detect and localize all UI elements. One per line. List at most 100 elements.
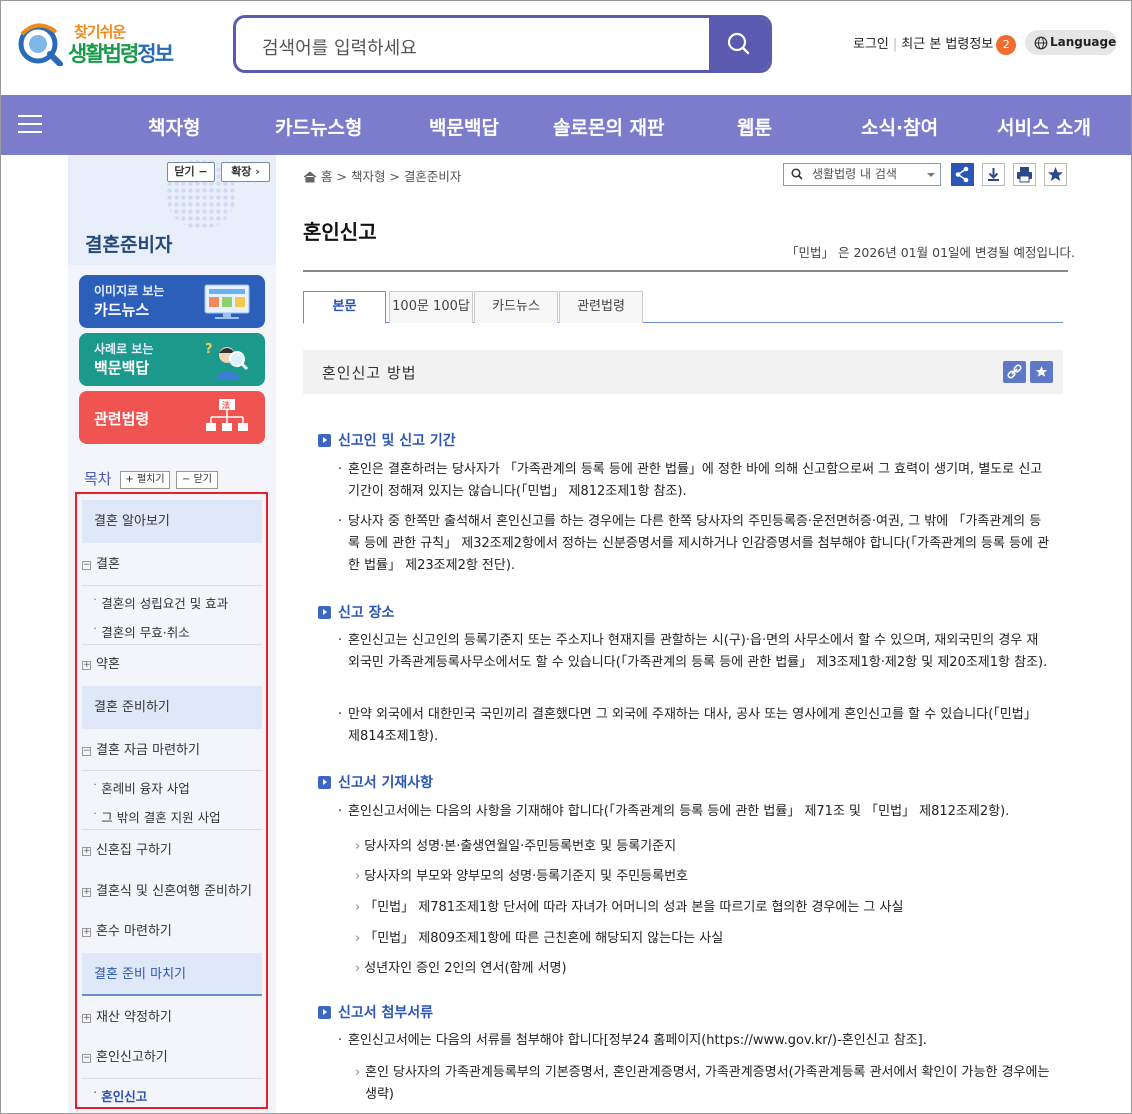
- hamburger-menu-icon[interactable]: [18, 115, 42, 135]
- law-card[interactable]: 관련법령 法: [79, 391, 265, 444]
- tab-cardnews[interactable]: 카드뉴스: [474, 291, 558, 323]
- svg-text:?: ?: [205, 342, 213, 357]
- title-divider: [303, 270, 1068, 272]
- breadcrumb-home[interactable]: 홈: [321, 169, 333, 184]
- star-icon: [1048, 167, 1063, 181]
- toc-label: 목차: [84, 470, 112, 488]
- chevron-down-icon: [927, 173, 935, 177]
- toc-close-button[interactable]: − 닫기: [176, 471, 218, 489]
- logo-main-b: 정보: [137, 42, 174, 66]
- nav-item-news[interactable]: 소식·참여: [861, 113, 938, 140]
- link-icon: [1007, 364, 1022, 379]
- svg-text:法: 法: [222, 400, 230, 410]
- home-icon[interactable]: [303, 171, 317, 183]
- paragraph-text: 혼인신고서에는 다음의 서류를 첨부해야 합니다[정부24 홈페이지(https…: [348, 1033, 927, 1048]
- section-title-box: 혼인신고 방법: [303, 350, 1063, 394]
- list-item: 당사자의 부모와 양부모의 성명·등록기준지 및 주민등록번호: [355, 865, 688, 884]
- collapse-label: 닫기: [174, 165, 195, 178]
- breadcrumb-current[interactable]: 결혼준비자: [404, 169, 462, 184]
- section-heading: 신고서 기재사항: [318, 772, 433, 792]
- sidebar-collapse-button[interactable]: 닫기 −: [167, 162, 215, 182]
- star-icon: [1035, 366, 1048, 377]
- bullet-dot: ·: [338, 804, 343, 819]
- section-bookmark-button[interactable]: [1030, 361, 1053, 383]
- list-item: 「민법」 제809조제1항에 따른 근친혼에 해당되지 않는다는 사실: [355, 927, 723, 946]
- site-logo[interactable]: 찾기쉬운 생활법령정보: [16, 16, 186, 72]
- tab-related-laws[interactable]: 관련법령: [559, 291, 643, 323]
- paragraph: · 혼인은 결혼하려는 당사자가 「가족관계의 등록 등에 관한 법률」에 정한 …: [338, 459, 1050, 503]
- login-link[interactable]: 로그인: [853, 37, 889, 52]
- tab-body[interactable]: 본문: [303, 291, 386, 324]
- share-button[interactable]: [951, 163, 974, 186]
- sidebar-title: 결혼준비자: [85, 234, 173, 256]
- divider: |: [892, 37, 898, 52]
- paragraph: · 혼인신고는 신고인의 등록기준지 또는 주소지나 현재지를 관할하는 시(구)…: [338, 630, 1050, 674]
- nav-item-cardnews[interactable]: 카드뉴스형: [275, 113, 362, 140]
- download-button[interactable]: [982, 163, 1005, 186]
- search-input[interactable]: 검색어를 입력하세요: [262, 34, 417, 60]
- bullet-dot: ·: [338, 707, 343, 722]
- language-button[interactable]: Language: [1025, 30, 1117, 55]
- bullet-arrow-icon: [318, 776, 331, 789]
- cardnews-card-small: 이미지로 보는: [94, 284, 165, 298]
- section-heading: 신고인 및 신고 기간: [318, 430, 456, 450]
- highlight-box: [75, 492, 268, 1109]
- tab-qa[interactable]: 100문 100답: [389, 291, 473, 323]
- section-heading: 신고 장소: [318, 602, 394, 622]
- nav-item-solomon[interactable]: 솔로몬의 재판: [553, 113, 665, 140]
- search-button[interactable]: [709, 18, 769, 70]
- breadcrumb-booklet[interactable]: 책자형: [351, 169, 386, 184]
- bookmark-button[interactable]: [1044, 163, 1067, 186]
- paragraph: · 만약 외국에서 대한민국 국민끼리 결혼했다면 그 외국에 주재하는 대사, …: [338, 704, 1050, 748]
- qa-card[interactable]: 사례로 보는 백문백답 ?: [79, 333, 265, 386]
- search-icon: [727, 32, 750, 55]
- paragraph: · 혼인신고서에는 다음의 서류를 첨부해야 합니다[정부24 홈페이지(http…: [338, 1030, 1050, 1052]
- section-heading-text: 신고인 및 신고 기간: [338, 433, 456, 449]
- paragraph: · 당사자 중 한쪽만 출석해서 혼인신고를 하는 경우에는 다른 한쪽 당사자의…: [338, 511, 1050, 577]
- share-icon: [955, 166, 969, 183]
- site-header: 찾기쉬운 생활법령정보 검색어를 입력하세요 로그인 | 최근 본 법령정보 2 La…: [0, 0, 1132, 95]
- main-navigation: 책자형 카드뉴스형 백문백답 솔로몬의 재판 웹툰 소식·참여 서비스 소개: [0, 95, 1132, 155]
- globe-icon: [1034, 36, 1048, 49]
- paragraph-text: 혼인은 결혼하려는 당사자가 「가족관계의 등록 등에 관한 법률」에 정한 바…: [348, 462, 1043, 499]
- page-title: 혼인신고: [303, 220, 377, 244]
- paragraph: · 혼인신고서에는 다음의 사항을 기재해야 합니다(「가족관계의 등록 등에 관…: [338, 801, 1050, 823]
- logo-mark-icon: [18, 23, 63, 66]
- breadcrumb: 홈 > 책자형 > 결혼준비자: [303, 166, 461, 185]
- recent-laws-link[interactable]: 최근 본 법령정보: [901, 37, 993, 52]
- toc-expand-button[interactable]: + 펼치기: [120, 471, 170, 489]
- inner-search-select[interactable]: 생활법령 내 검색: [783, 163, 941, 186]
- monitor-news-icon: [204, 284, 250, 319]
- cardnews-card[interactable]: 이미지로 보는 카드뉴스: [79, 275, 265, 328]
- nav-item-webtoon[interactable]: 웹툰: [737, 113, 772, 140]
- print-button[interactable]: [1013, 163, 1036, 186]
- nav-item-qa[interactable]: 백문백답: [429, 113, 499, 140]
- nav-item-service[interactable]: 서비스 소개: [997, 113, 1091, 140]
- section-title: 혼인신고 방법: [322, 364, 417, 382]
- amendment-notice[interactable]: 「민법」 은 2026년 01월 01일에 변경될 예정입니다.: [786, 242, 1075, 261]
- search-icon: [791, 168, 803, 180]
- bullet-dot: ·: [338, 462, 343, 477]
- recent-count-badge: 2: [996, 34, 1017, 55]
- content-tabs: 본문 100문 100답 카드뉴스 관련법령: [303, 291, 1063, 324]
- bullet-dot: ·: [338, 514, 343, 529]
- list-item: 「민법」 제781조제1항 단서에 따라 자녀가 어머니의 성과 본을 따르기로…: [355, 896, 903, 915]
- bullet-chevron: ›: [355, 1065, 361, 1080]
- download-icon: [988, 168, 999, 181]
- paragraph-text: 만약 외국에서 대한민국 국민끼리 결혼했다면 그 외국에 주재하는 대사, 공…: [348, 707, 1037, 744]
- sidebar-expand-button[interactable]: 확장 ›: [221, 162, 270, 182]
- list-item: 성년자인 증인 2인의 연서(함께 서명): [355, 957, 566, 976]
- section-heading-text: 신고서 기재사항: [338, 775, 434, 791]
- section-heading: 신고서 첨부서류: [318, 1002, 433, 1022]
- law-card-big: 관련법령: [94, 410, 150, 428]
- bullet-dot: ·: [338, 633, 343, 648]
- link-button[interactable]: [1003, 361, 1026, 383]
- language-label: Language: [1050, 35, 1117, 49]
- bullet-arrow-icon: [318, 1006, 331, 1019]
- paragraph-text: 혼인신고는 신고인의 등록기준지 또는 주소지나 현재지를 관할하는 시(구)·…: [348, 633, 1048, 670]
- bullet-arrow-icon: [318, 434, 331, 447]
- paragraph-text: 혼인신고서에는 다음의 사항을 기재해야 합니다(「가족관계의 등록 등에 관한…: [348, 804, 1010, 819]
- qa-card-small: 사례로 보는: [94, 342, 154, 356]
- list-item: 당사자의 성명·본·출생연월일·주민등록번호 및 등록기준지: [355, 835, 676, 854]
- nav-item-booklet[interactable]: 책자형: [148, 113, 200, 140]
